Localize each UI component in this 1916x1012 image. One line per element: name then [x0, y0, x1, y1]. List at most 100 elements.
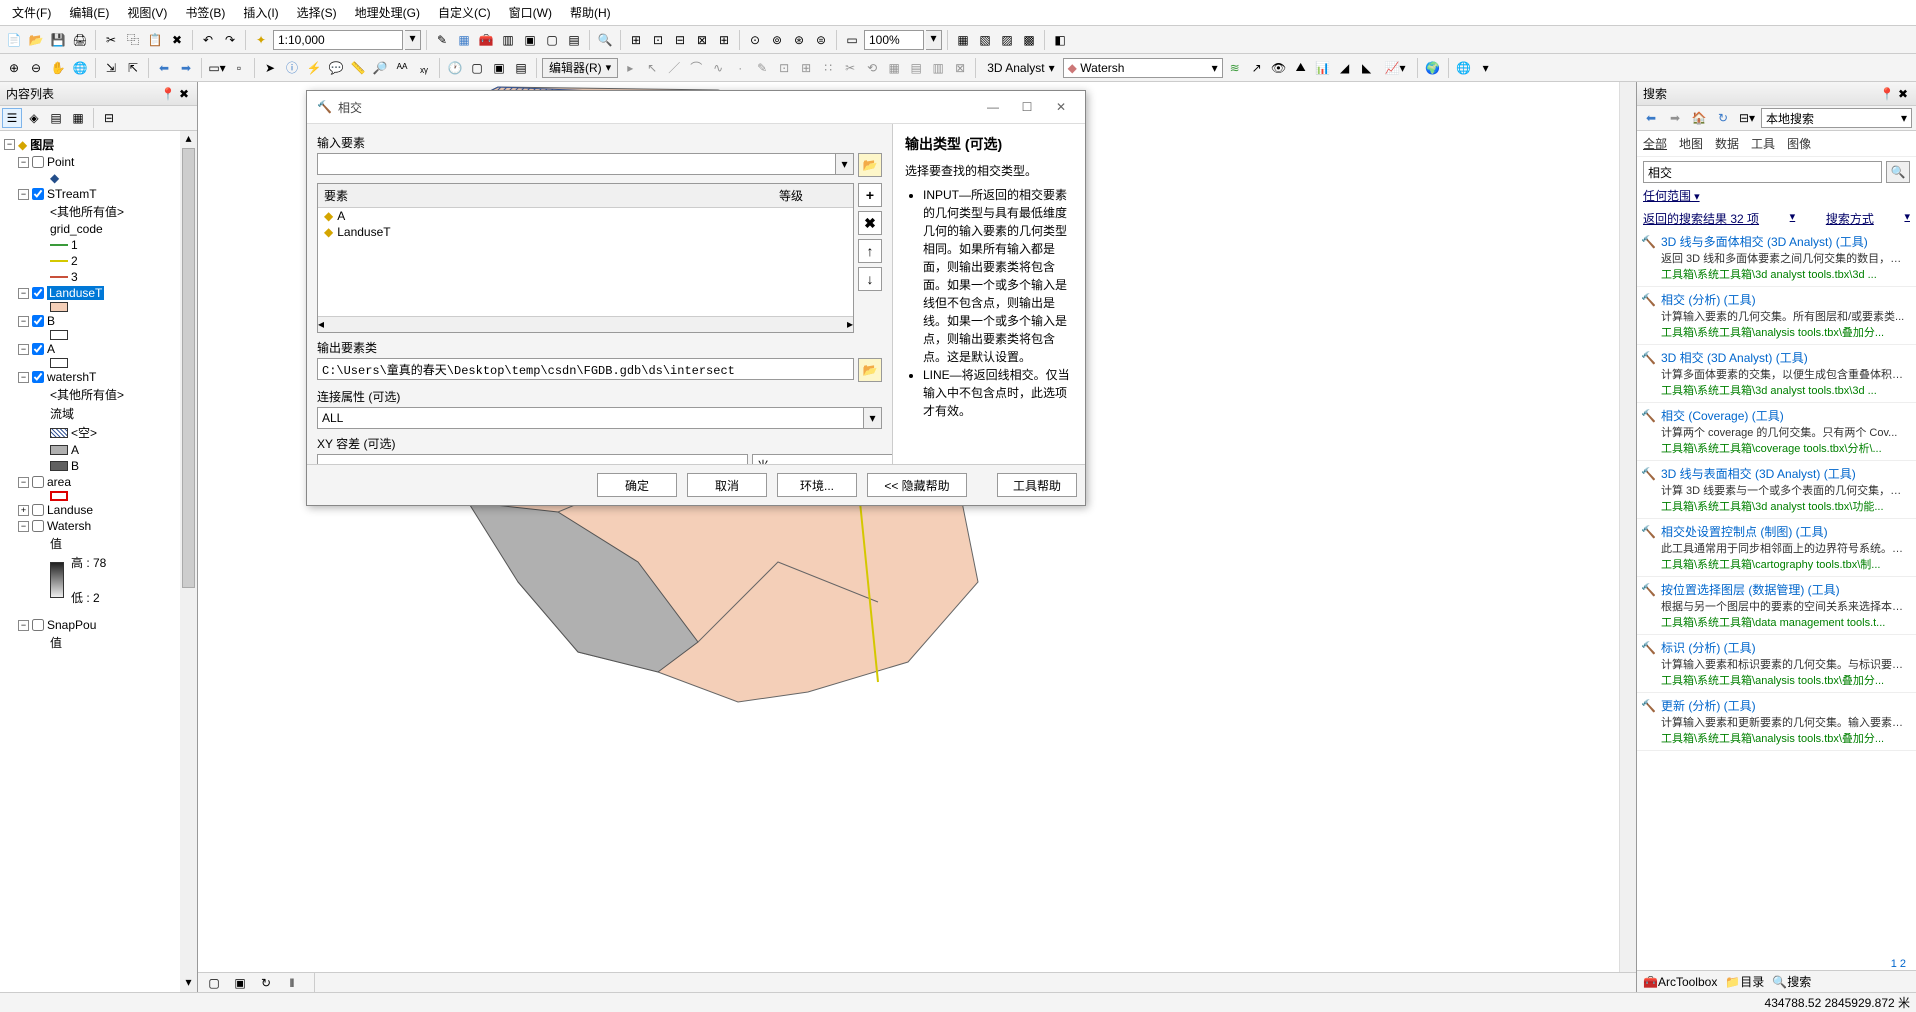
edit-tool-icon10[interactable]: ∷ — [818, 58, 838, 78]
back-icon[interactable]: ⬅ — [1641, 108, 1661, 128]
sym-empty[interactable] — [50, 428, 68, 438]
collapse-icon[interactable]: − — [18, 477, 29, 488]
select-features-icon[interactable]: ▭▾ — [207, 58, 227, 78]
toc-scrollbar[interactable]: ▴▾ — [180, 131, 197, 992]
search-result-item[interactable]: 🔨 3D 线与多面体相交 (3D Analyst) (工具) 返回 3D 线和多… — [1637, 229, 1916, 287]
edit-tool-icon7[interactable]: ✎ — [752, 58, 772, 78]
back-icon[interactable]: ⬅ — [154, 58, 174, 78]
create-viewer-icon[interactable]: ▢ — [467, 58, 487, 78]
zoom-in-icon[interactable]: ⊕ — [4, 58, 24, 78]
cancel-button[interactable]: 取消 — [687, 473, 767, 497]
search-result-item[interactable]: 🔨 相交 (分析) (工具) 计算输入要素的几何交集。所有图层和/或要素类...… — [1637, 287, 1916, 345]
menu-customize[interactable]: 自定义(C) — [430, 2, 499, 23]
search-scope-link[interactable]: 任何范围 ▾ — [1637, 187, 1916, 208]
layer-point[interactable]: Point — [47, 155, 74, 169]
remove-button[interactable]: ✖ — [858, 211, 882, 235]
save-icon[interactable]: 💾 — [48, 30, 68, 50]
editor-toolbar-icon[interactable]: ✎ — [432, 30, 452, 50]
forward-icon[interactable]: ➡ — [176, 58, 196, 78]
hyperlink-icon[interactable]: ⚡ — [304, 58, 324, 78]
menu-window[interactable]: 窗口(W) — [501, 2, 560, 23]
pin-icon[interactable]: 📍 — [161, 87, 175, 101]
feature-row[interactable]: ◆LanduseT — [318, 224, 853, 240]
edit-tool-icon[interactable]: ▸ — [620, 58, 640, 78]
sym-landuset[interactable] — [50, 302, 68, 312]
edit-tool-icon6[interactable]: · — [730, 58, 750, 78]
georef-icon3[interactable]: ⊟ — [670, 30, 690, 50]
xy-tol-input[interactable] — [317, 454, 748, 464]
interpolate-icon[interactable]: ⛰ — [1291, 58, 1311, 78]
browse-button[interactable]: 📂 — [858, 358, 882, 382]
fixed-zoom-in-icon[interactable]: ⇲ — [101, 58, 121, 78]
line-of-sight-icon[interactable]: 👁 — [1269, 58, 1289, 78]
go-to-xy-icon[interactable]: ₓᵧ — [414, 58, 434, 78]
cut-icon[interactable]: ✂ — [101, 30, 121, 50]
search-button[interactable]: 🔍 — [1886, 161, 1910, 183]
map-scale-input[interactable] — [273, 30, 403, 50]
search-result-item[interactable]: 🔨 标识 (分析) (工具) 计算输入要素和标识要素的几何交集。与标识要素...… — [1637, 635, 1916, 693]
menu-geoprocessing[interactable]: 地理处理(G) — [347, 2, 428, 23]
menu-file[interactable]: 文件(F) — [4, 2, 59, 23]
snap-icon2[interactable]: ⊚ — [767, 30, 787, 50]
watersht-checkbox[interactable] — [32, 371, 44, 383]
copy-icon[interactable]: ⿻ — [123, 30, 143, 50]
snap-icon3[interactable]: ⊛ — [789, 30, 809, 50]
surface-icon[interactable]: ◢ — [1335, 58, 1355, 78]
minimize-icon[interactable]: — — [979, 97, 1007, 117]
snappou-checkbox[interactable] — [32, 619, 44, 631]
edit-tool-icon15[interactable]: ▥ — [928, 58, 948, 78]
sym-area[interactable] — [50, 491, 68, 501]
select-elements-icon[interactable]: ➤ — [260, 58, 280, 78]
time-slider-icon[interactable]: 🕐 — [445, 58, 465, 78]
arcscene-icon[interactable]: 🌐 — [1454, 58, 1474, 78]
search-result-item[interactable]: 🔨 更新 (分析) (工具) 计算输入要素和更新要素的几何交集。输入要素的...… — [1637, 693, 1916, 751]
edit-tool-icon14[interactable]: ▤ — [906, 58, 926, 78]
collapse-icon[interactable]: − — [18, 157, 29, 168]
list-by-drawing-icon[interactable]: ☰ — [2, 108, 22, 128]
list-by-source-icon[interactable]: ◈ — [24, 108, 44, 128]
layout-icon4[interactable]: ▩ — [1019, 30, 1039, 50]
landuse-checkbox[interactable] — [32, 504, 44, 516]
delete-icon[interactable]: ✖ — [167, 30, 187, 50]
surface-icon2[interactable]: ◣ — [1357, 58, 1377, 78]
join-attr-combo[interactable] — [317, 407, 864, 429]
data-view-icon[interactable]: ▢ — [204, 973, 224, 993]
forward-icon[interactable]: ➡ — [1665, 108, 1685, 128]
misc-icon[interactable]: ◧ — [1050, 30, 1070, 50]
identify-icon[interactable]: ⓘ — [282, 58, 302, 78]
viewer-icon3[interactable]: ▤ — [511, 58, 531, 78]
georef-icon2[interactable]: ⊡ — [648, 30, 668, 50]
collapse-icon[interactable]: − — [18, 316, 29, 327]
3d-analyst-dropdown[interactable]: 3D Analyst▾ — [981, 58, 1060, 78]
clear-selection-icon[interactable]: ▫ — [229, 58, 249, 78]
tab-images[interactable]: 图像 — [1787, 135, 1811, 152]
index-icon[interactable]: ⊟▾ — [1737, 108, 1757, 128]
redo-icon[interactable]: ↷ — [220, 30, 240, 50]
menu-help[interactable]: 帮助(H) — [562, 2, 619, 23]
feature-row[interactable]: ◆A — [318, 208, 853, 224]
fixed-zoom-out-icon[interactable]: ⇱ — [123, 58, 143, 78]
layout-icon[interactable]: ▦ — [953, 30, 973, 50]
results-icon[interactable]: ▢ — [542, 30, 562, 50]
map-scrollbar-v[interactable] — [1619, 82, 1636, 972]
menu-insert[interactable]: 插入(I) — [235, 2, 286, 23]
edit-tool-icon5[interactable]: ∿ — [708, 58, 728, 78]
collapse-icon[interactable]: − — [18, 344, 29, 355]
measure-icon[interactable]: 📏 — [348, 58, 368, 78]
collapse-icon[interactable]: − — [18, 620, 29, 631]
menu-view[interactable]: 视图(V) — [119, 2, 175, 23]
sym-wa[interactable] — [50, 445, 68, 455]
tab-catalog[interactable]: 📁目录 — [1725, 973, 1764, 990]
menu-bookmarks[interactable]: 书签(B) — [177, 2, 233, 23]
new-icon[interactable]: 📄 — [4, 30, 24, 50]
search-result-item[interactable]: 🔨 相交处设置控制点 (制图) (工具) 此工具通常用于同步相邻面上的边界符号系… — [1637, 519, 1916, 577]
list-by-visibility-icon[interactable]: ▤ — [46, 108, 66, 128]
ok-button[interactable]: 确定 — [597, 473, 677, 497]
sort-mode[interactable]: 搜索方式 — [1826, 210, 1874, 227]
layout-view-icon[interactable]: ▣ — [230, 973, 250, 993]
collapse-icon[interactable]: − — [4, 139, 15, 150]
toolbox-icon[interactable]: 🧰 — [476, 30, 496, 50]
layer-watersht[interactable]: watershT — [47, 370, 96, 384]
results-count[interactable]: 返回的搜索结果 32 项 — [1643, 210, 1759, 227]
b-checkbox[interactable] — [32, 315, 44, 327]
